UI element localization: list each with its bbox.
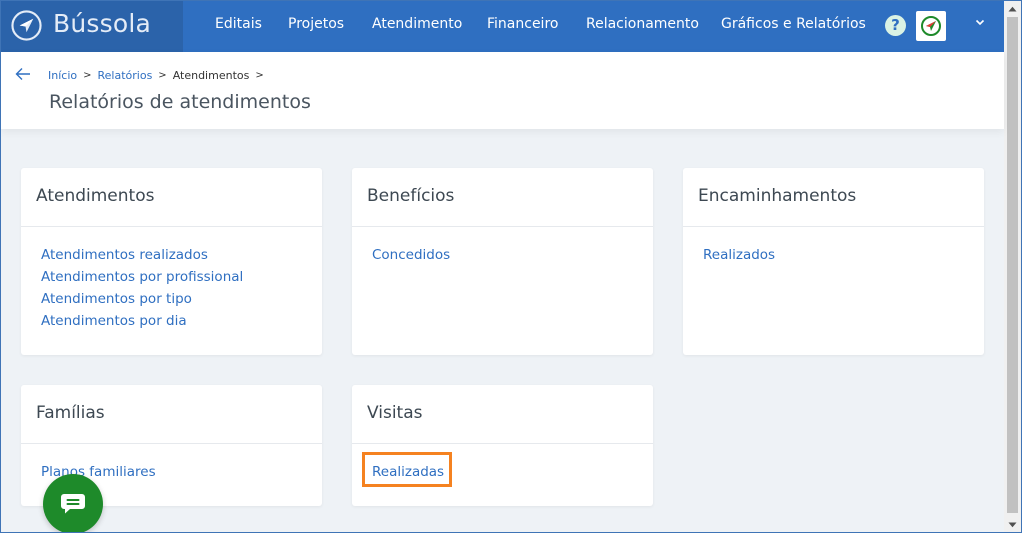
card-divider bbox=[21, 443, 322, 444]
link-encaminhamentos-realizados[interactable]: Realizados bbox=[703, 244, 775, 266]
nav-item-relacionamento[interactable]: Relacionamento bbox=[586, 16, 699, 32]
link-atendimentos-realizados[interactable]: Atendimentos realizados bbox=[41, 244, 243, 266]
chevron-down-icon[interactable] bbox=[974, 16, 986, 28]
breadcrumb-inicio[interactable]: Início bbox=[48, 69, 77, 82]
scrollbar-thumb[interactable] bbox=[1007, 17, 1018, 513]
card-link-list: Realizados bbox=[703, 244, 775, 266]
scroll-down-button[interactable] bbox=[1004, 516, 1021, 533]
breadcrumb: Início > Relatórios > Atendimentos > bbox=[48, 69, 270, 82]
breadcrumb-separator: > bbox=[83, 70, 92, 81]
card-beneficios: Benefícios Concedidos bbox=[352, 168, 653, 355]
breadcrumb-relatorios[interactable]: Relatórios bbox=[98, 69, 153, 82]
brand[interactable]: Bússola bbox=[0, 0, 183, 52]
breadcrumb-atendimentos: Atendimentos bbox=[172, 69, 250, 82]
link-visitas-realizadas[interactable]: Realizadas bbox=[372, 461, 444, 483]
nav-item-atendimento[interactable]: Atendimento bbox=[372, 16, 462, 32]
triangle-down-icon bbox=[1008, 522, 1017, 527]
page-header: Início > Relatórios > Atendimentos > Rel… bbox=[1, 52, 1004, 129]
link-beneficios-concedidos[interactable]: Concedidos bbox=[372, 244, 450, 266]
compass-logo-icon bbox=[11, 10, 42, 41]
card-atendimentos: Atendimentos Atendimentos realizados Ate… bbox=[21, 168, 322, 355]
card-title: Visitas bbox=[367, 403, 423, 423]
breadcrumb-separator: > bbox=[158, 70, 167, 81]
nav-item-financeiro[interactable]: Financeiro bbox=[487, 16, 558, 32]
card-visitas: Visitas Realizadas bbox=[352, 385, 653, 506]
nav-item-projetos[interactable]: Projetos bbox=[288, 16, 344, 32]
nav-item-graficos-relatorios[interactable]: Gráficos e Relatórios bbox=[721, 16, 866, 32]
card-title: Atendimentos bbox=[36, 186, 155, 206]
card-title: Famílias bbox=[36, 403, 105, 423]
breadcrumb-separator: > bbox=[255, 70, 264, 81]
avatar[interactable] bbox=[916, 11, 946, 41]
triangle-up-icon bbox=[1008, 6, 1017, 11]
card-divider bbox=[683, 226, 984, 227]
top-navbar: Bússola Editais Projetos Atendimento Fin… bbox=[0, 0, 1004, 52]
card-encaminhamentos: Encaminhamentos Realizados bbox=[683, 168, 984, 355]
card-divider bbox=[352, 443, 653, 444]
card-link-list: Realizadas bbox=[372, 461, 444, 483]
nav-item-editais[interactable]: Editais bbox=[215, 16, 262, 32]
question-icon[interactable]: ? bbox=[885, 15, 906, 36]
arrow-left-icon[interactable] bbox=[15, 67, 31, 81]
card-divider bbox=[21, 226, 322, 227]
link-atendimentos-por-dia[interactable]: Atendimentos por dia bbox=[41, 310, 243, 332]
card-divider bbox=[352, 226, 653, 227]
card-link-list: Concedidos bbox=[372, 244, 450, 266]
card-link-list: Atendimentos realizados Atendimentos por… bbox=[41, 244, 243, 332]
vertical-scrollbar[interactable] bbox=[1004, 0, 1021, 533]
page-title: Relatórios de atendimentos bbox=[49, 91, 311, 113]
brand-name: Bússola bbox=[53, 9, 152, 38]
card-title: Benefícios bbox=[367, 186, 455, 206]
chat-icon bbox=[61, 494, 85, 514]
card-title: Encaminhamentos bbox=[698, 186, 857, 206]
link-atendimentos-por-tipo[interactable]: Atendimentos por tipo bbox=[41, 288, 243, 310]
compass-avatar-icon bbox=[921, 16, 941, 36]
scroll-up-button[interactable] bbox=[1004, 0, 1021, 17]
chat-button[interactable] bbox=[43, 474, 103, 533]
link-atendimentos-por-profissional[interactable]: Atendimentos por profissional bbox=[41, 266, 243, 288]
